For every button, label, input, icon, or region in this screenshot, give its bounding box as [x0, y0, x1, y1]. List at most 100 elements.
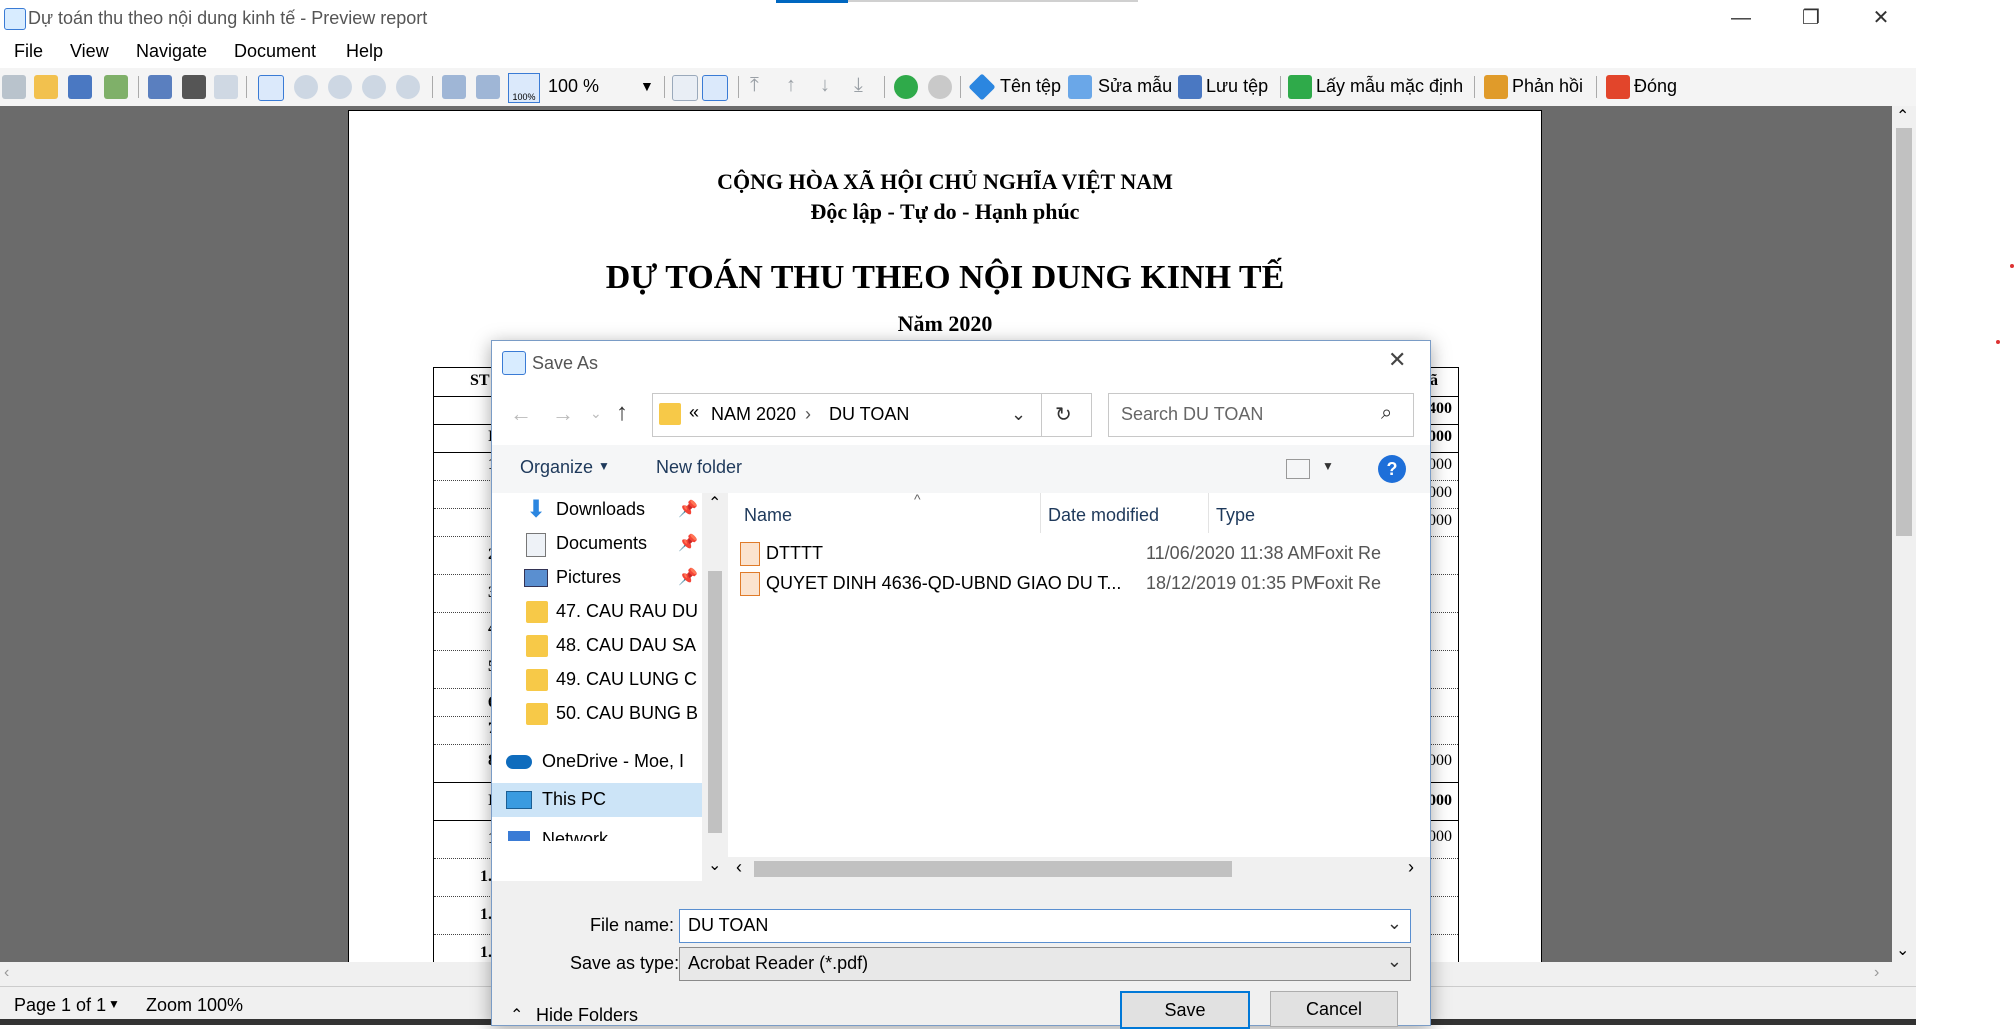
edit-template-button[interactable]: Sửa mẫu — [1098, 76, 1172, 97]
file-name-dropdown-icon[interactable]: ⌄ — [1387, 913, 1402, 934]
nav-folder-47[interactable]: 47. CAU RAU DU — [512, 595, 712, 629]
view-options-icon[interactable] — [1286, 459, 1310, 479]
path-segment-du-toan[interactable]: DU TOAN — [829, 404, 909, 425]
save-button[interactable]: Save — [1120, 991, 1250, 1029]
recent-locations-icon[interactable]: ⌄ — [590, 405, 602, 422]
file-name-icon[interactable] — [968, 73, 996, 101]
column-date-modified[interactable]: Date modified — [1048, 505, 1159, 526]
close-report-icon[interactable] — [1606, 75, 1630, 99]
organize-button[interactable]: Organize — [520, 457, 593, 478]
menu-view[interactable]: View — [70, 41, 109, 62]
search-icon[interactable]: ⌕ — [1381, 402, 1392, 425]
column-type[interactable]: Type — [1216, 505, 1255, 526]
minimize-button[interactable]: — — [1706, 0, 1776, 36]
forward-icon[interactable] — [928, 75, 952, 99]
nav-onedrive[interactable]: OneDrive - Moe, I — [492, 745, 692, 779]
edit-template-icon[interactable] — [1068, 75, 1092, 99]
zoom-rect-icon[interactable] — [396, 75, 420, 99]
next-page-icon[interactable]: ↓ — [820, 74, 830, 97]
column-name[interactable]: Name — [744, 505, 792, 526]
dialog-close-icon[interactable]: ✕ — [1388, 347, 1406, 373]
search-input[interactable]: Search DU TOAN — [1121, 404, 1263, 425]
help-icon[interactable]: ? — [1378, 455, 1406, 483]
address-dropdown-icon[interactable]: ⌄ — [1011, 404, 1026, 425]
nav-scroll-thumb[interactable] — [708, 571, 722, 833]
save-as-type-dropdown-icon[interactable]: ⌄ — [1387, 951, 1402, 972]
nav-downloads[interactable]: ⬇ Downloads 📌 — [512, 493, 712, 527]
zoom-dropdown-icon[interactable]: ▼ — [640, 78, 654, 94]
view-dropdown-icon[interactable]: ▼ — [1322, 459, 1334, 473]
organize-dropdown-icon[interactable]: ▼ — [598, 459, 610, 473]
open-icon[interactable] — [34, 75, 58, 99]
hide-folders-chevron-icon[interactable]: ⌃ — [510, 1005, 523, 1025]
nav-this-pc[interactable]: This PC — [492, 783, 702, 817]
scroll-right-icon[interactable]: › — [1874, 964, 1879, 982]
file-name-field[interactable]: DU TOAN ⌄ — [679, 909, 1411, 943]
zoom-combo-value[interactable]: 100 % — [548, 76, 599, 97]
find-icon[interactable] — [182, 75, 206, 99]
close-button[interactable]: ✕ — [1846, 0, 1916, 36]
thumbnails-icon[interactable] — [148, 75, 172, 99]
forward-arrow-icon[interactable]: → — [552, 401, 574, 427]
zoom-in-icon[interactable] — [328, 75, 352, 99]
page-width-icon[interactable] — [442, 75, 466, 99]
file-name-input[interactable]: DU TOAN — [688, 915, 768, 936]
hand-tool-icon[interactable] — [258, 75, 284, 101]
path-segment-nam-2020[interactable]: NAM 2020 — [711, 404, 796, 425]
up-arrow-icon[interactable]: ↑ — [616, 399, 628, 427]
save-icon[interactable] — [68, 75, 92, 99]
hide-folders-button[interactable]: Hide Folders — [536, 1005, 638, 1026]
nav-network[interactable]: Network — [492, 823, 702, 841]
reset-template-button[interactable]: Lấy mẫu mặc định — [1316, 76, 1463, 97]
continuous-page-icon[interactable] — [702, 75, 728, 101]
menu-file[interactable]: File — [14, 41, 43, 62]
nav-scroll-up-icon[interactable]: ⌃ — [708, 493, 721, 513]
single-page-icon[interactable] — [672, 75, 698, 101]
column-divider[interactable] — [1208, 493, 1209, 533]
print-icon[interactable] — [2, 75, 26, 99]
save-file-button[interactable]: Lưu tệp — [1206, 76, 1268, 97]
zoom-100-icon[interactable]: 100% — [508, 73, 540, 103]
nav-folder-50[interactable]: 50. CAU BUNG B — [512, 697, 712, 731]
file-row[interactable]: DTTTT 11/06/2020 11:38 AM Foxit Re — [738, 539, 1428, 569]
page-setup-icon[interactable] — [214, 75, 238, 99]
cancel-button[interactable]: Cancel — [1270, 991, 1398, 1027]
path-overflow[interactable]: « — [689, 402, 699, 423]
close-report-button[interactable]: Đóng — [1634, 76, 1677, 97]
page-dropdown-icon[interactable]: ▼ — [108, 997, 120, 1011]
search-box[interactable]: Search DU TOAN ⌕ — [1108, 393, 1414, 437]
file-scroll-thumb[interactable] — [754, 861, 1232, 877]
vertical-scrollbar[interactable]: ⌃ ⌄ — [1892, 106, 1916, 962]
scroll-left-icon[interactable]: ‹ — [4, 964, 9, 982]
file-list-hscrollbar[interactable]: ‹ › — [728, 857, 1430, 881]
new-folder-button[interactable]: New folder — [656, 457, 742, 478]
column-divider[interactable] — [1040, 493, 1041, 533]
reset-template-icon[interactable] — [1288, 75, 1312, 99]
menu-navigate[interactable]: Navigate — [136, 41, 207, 62]
nav-documents[interactable]: Documents 📌 — [512, 527, 712, 561]
previous-page-icon[interactable]: ↑ — [786, 74, 796, 97]
restore-button[interactable]: ❐ — [1776, 0, 1846, 36]
nav-pictures[interactable]: Pictures 📌 — [512, 561, 712, 595]
scroll-thumb[interactable] — [1896, 128, 1912, 536]
address-bar[interactable]: « NAM 2020 › DU TOAN ⌄ ↻ — [652, 393, 1092, 437]
whole-page-icon[interactable] — [476, 75, 500, 99]
file-scroll-left-icon[interactable]: ‹ — [736, 857, 742, 878]
zoom-out-icon[interactable] — [362, 75, 386, 99]
save-as-type-select[interactable]: Acrobat Reader (*.pdf) ⌄ — [679, 947, 1411, 981]
page-indicator[interactable]: Page 1 of 1 — [14, 995, 106, 1016]
save-file-icon[interactable] — [1178, 75, 1202, 99]
file-name-button[interactable]: Tên tệp — [1000, 76, 1061, 97]
back-arrow-icon[interactable]: ← — [510, 401, 532, 427]
feedback-icon[interactable] — [1484, 75, 1508, 99]
scroll-down-icon[interactable]: ⌄ — [1896, 940, 1909, 960]
nav-folder-48[interactable]: 48. CAU DAU SA — [512, 629, 712, 663]
nav-scroll-down-icon[interactable]: ⌄ — [708, 855, 721, 875]
back-icon[interactable] — [894, 75, 918, 99]
nav-scrollbar[interactable]: ⌃ ⌄ — [702, 493, 728, 881]
last-page-icon[interactable]: ⤓ — [854, 74, 863, 97]
menu-help[interactable]: Help — [346, 41, 383, 62]
scroll-up-icon[interactable]: ⌃ — [1896, 106, 1909, 126]
zoom-tool-icon[interactable] — [294, 75, 318, 99]
refresh-icon[interactable]: ↻ — [1055, 402, 1072, 427]
